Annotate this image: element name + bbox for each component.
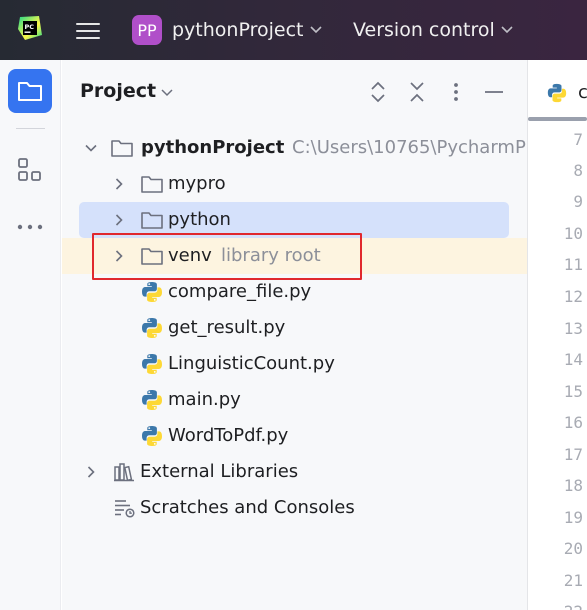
project-badge[interactable]: PP bbox=[132, 15, 162, 45]
library-icon bbox=[114, 463, 134, 482]
folder-icon bbox=[18, 82, 42, 101]
editor-area[interactable]: c 7 8 9 10 11 12 13 14 15 16 17 18 19 20… bbox=[528, 60, 587, 610]
line-number: 10 bbox=[563, 224, 583, 243]
chevron-down-icon[interactable] bbox=[500, 22, 514, 36]
chevron-down-icon[interactable] bbox=[309, 22, 323, 36]
chevron-right-icon[interactable] bbox=[112, 177, 126, 191]
tree-item-file[interactable]: compare_file.py bbox=[62, 274, 527, 310]
folder-icon bbox=[141, 176, 163, 193]
line-number: 17 bbox=[563, 445, 583, 464]
chevron-down-icon[interactable] bbox=[84, 141, 98, 155]
folder-label: venv bbox=[168, 245, 212, 266]
line-number: 12 bbox=[563, 287, 583, 306]
file-label: WordToPdf.py bbox=[168, 425, 289, 446]
project-panel: Project pythonProject C:\Users\10765\Pyc… bbox=[62, 60, 527, 610]
tool-window-strip bbox=[0, 60, 61, 610]
line-number: 21 bbox=[563, 571, 583, 590]
scratches-icon bbox=[115, 500, 135, 518]
tree-root[interactable]: pythonProject C:\Users\10765\PycharmP bbox=[62, 130, 527, 166]
line-number: 11 bbox=[563, 255, 583, 274]
line-number: 9 bbox=[573, 192, 583, 211]
file-label: compare_file.py bbox=[168, 281, 312, 302]
python-file-icon bbox=[142, 318, 162, 338]
expand-collapse-icon[interactable] bbox=[367, 81, 389, 103]
project-switcher[interactable]: pythonProject bbox=[172, 19, 303, 41]
root-folder-path: C:\Users\10765\PycharmP bbox=[292, 137, 526, 158]
python-file-icon bbox=[547, 83, 567, 103]
file-label: main.py bbox=[168, 389, 241, 410]
svg-text:PC: PC bbox=[25, 23, 35, 31]
python-file-icon bbox=[142, 282, 162, 302]
structure-icon[interactable] bbox=[17, 157, 43, 183]
line-number: 15 bbox=[563, 382, 583, 401]
tree-item-python[interactable]: python bbox=[62, 202, 527, 238]
tree-item-file[interactable]: main.py bbox=[62, 382, 527, 418]
editor-tab-underline bbox=[528, 117, 587, 121]
line-number: 7 bbox=[573, 130, 583, 149]
chevron-down-icon[interactable] bbox=[160, 85, 174, 99]
library-root-hint: library root bbox=[221, 245, 321, 266]
project-tool-button[interactable] bbox=[8, 69, 52, 113]
scratches-label: Scratches and Consoles bbox=[140, 497, 355, 518]
external-libraries-label: External Libraries bbox=[140, 461, 299, 482]
tree-item-external-libraries[interactable]: External Libraries bbox=[62, 454, 527, 490]
chevron-right-icon[interactable] bbox=[112, 213, 126, 227]
pycharm-logo-icon[interactable]: PC bbox=[17, 15, 43, 41]
folder-label: mypro bbox=[168, 173, 226, 194]
tree-item-file[interactable]: WordToPdf.py bbox=[62, 418, 527, 454]
main-menu-button[interactable] bbox=[74, 19, 102, 43]
tree-item-venv[interactable]: venv library root bbox=[62, 238, 527, 274]
more-vertical-icon[interactable] bbox=[445, 81, 467, 103]
file-label: LinguisticCount.py bbox=[168, 353, 335, 374]
collapse-all-icon[interactable] bbox=[406, 81, 428, 103]
chevron-right-icon[interactable] bbox=[112, 249, 126, 263]
line-number: 13 bbox=[563, 319, 583, 338]
python-file-icon bbox=[142, 354, 162, 374]
line-number: 8 bbox=[573, 161, 583, 180]
tree-item-file[interactable]: get_result.py bbox=[62, 310, 527, 346]
file-label: get_result.py bbox=[168, 317, 286, 338]
minimize-icon[interactable] bbox=[483, 81, 505, 103]
tool-divider bbox=[16, 128, 45, 129]
panel-title[interactable]: Project bbox=[80, 80, 156, 102]
folder-icon bbox=[141, 248, 163, 265]
tree-item-mypro[interactable]: mypro bbox=[62, 166, 527, 202]
line-number: 18 bbox=[563, 476, 583, 495]
editor-tab-label: c bbox=[578, 82, 587, 103]
tree-item-file[interactable]: LinguisticCount.py bbox=[62, 346, 527, 382]
line-number: 14 bbox=[563, 350, 583, 369]
root-folder-label: pythonProject bbox=[141, 137, 285, 158]
chevron-right-icon[interactable] bbox=[84, 465, 98, 479]
folder-label: python bbox=[168, 209, 231, 230]
folder-icon bbox=[111, 140, 133, 157]
folder-icon bbox=[141, 212, 163, 229]
title-bar: PC PP pythonProject Version control bbox=[0, 0, 587, 60]
line-number: 20 bbox=[563, 539, 583, 558]
line-number: 22 bbox=[533, 602, 583, 610]
tree-item-scratches[interactable]: Scratches and Consoles bbox=[62, 490, 527, 526]
more-horizontal-icon[interactable] bbox=[16, 217, 44, 237]
python-file-icon bbox=[142, 390, 162, 410]
line-number: 19 bbox=[563, 508, 583, 527]
line-number: 16 bbox=[563, 413, 583, 432]
version-control-menu[interactable]: Version control bbox=[353, 19, 495, 41]
python-file-icon bbox=[142, 426, 162, 446]
